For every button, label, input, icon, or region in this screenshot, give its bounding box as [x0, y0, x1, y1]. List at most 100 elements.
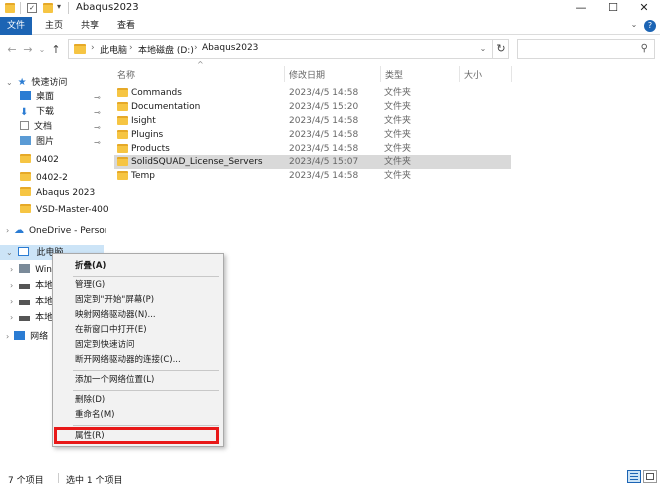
menu-item-delete[interactable]: 删除(D) — [75, 394, 105, 407]
folder-icon — [117, 157, 128, 166]
menu-item-manage[interactable]: 管理(G) — [75, 279, 105, 292]
maximize-button[interactable]: ☐ — [598, 0, 628, 16]
column-divider[interactable] — [459, 66, 460, 82]
file-date: 2023/4/5 15:20 — [289, 102, 359, 112]
forward-button[interactable]: → — [22, 43, 34, 57]
menu-item-map-drive[interactable]: 映射网络驱动器(N)... — [75, 309, 156, 322]
address-dropdown-icon[interactable]: ⌄ — [477, 42, 489, 56]
tab-view[interactable]: 查看 — [112, 17, 140, 35]
file-name: Products — [131, 144, 170, 154]
computer-icon — [17, 247, 29, 256]
nav-onedrive[interactable]: › ☁ OneDrive - Persona — [6, 223, 106, 238]
file-name: Isight — [131, 116, 156, 126]
selection-count: 选中 1 个项目 — [66, 476, 123, 485]
column-divider[interactable] — [284, 66, 285, 82]
large-icons-view-icon[interactable] — [643, 470, 657, 483]
file-row[interactable]: Documentation 2023/4/5 15:20 文件夹 — [114, 100, 511, 114]
column-header-date[interactable]: 修改日期 — [289, 68, 325, 82]
nav-item-pictures[interactable]: 图片 ⊸ — [20, 135, 106, 150]
file-name: Commands — [131, 88, 182, 98]
menu-item-pin-start[interactable]: 固定到"开始"屏幕(P) — [75, 294, 154, 307]
chevron-right-icon: › — [10, 297, 14, 306]
back-button[interactable]: ← — [6, 43, 18, 57]
network-icon — [14, 331, 26, 340]
close-button[interactable]: ✕ — [629, 0, 659, 16]
nav-drive-item[interactable]: › 本地 — [10, 294, 53, 309]
column-header-type[interactable]: 类型 — [385, 68, 403, 82]
chevron-right-icon: › — [6, 226, 10, 235]
menu-item-pin-quick-access[interactable]: 固定到快速访问 — [75, 339, 135, 352]
file-row[interactable]: Isight 2023/4/5 14:58 文件夹 — [114, 114, 511, 128]
nav-item-downloads[interactable]: ⬇ 下载 ⊸ — [20, 105, 106, 120]
menu-item-collapse[interactable]: 折叠(A) — [75, 260, 106, 273]
list-lines — [630, 473, 638, 474]
nav-label: 图片 — [36, 137, 55, 147]
pin-icon: ⊸ — [94, 108, 101, 117]
folder-icon — [20, 172, 31, 181]
nav-item-documents[interactable]: 文档 ⊸ — [20, 120, 106, 135]
nav-item-folder[interactable]: VSD-Master-400 — [20, 203, 109, 218]
file-name: SolidSQUAD_License_Servers — [131, 157, 263, 167]
tab-share[interactable]: 共享 — [76, 17, 104, 35]
file-date: 2023/4/5 14:58 — [289, 144, 359, 154]
nav-item-folder[interactable]: Abaqus 2023 — [20, 186, 95, 201]
file-row[interactable]: Plugins 2023/4/5 14:58 文件夹 — [114, 128, 511, 142]
nav-label: Abaqus 2023 — [36, 188, 96, 198]
column-divider[interactable] — [511, 66, 512, 82]
qat-dropdown-icon[interactable]: ▾ — [57, 2, 61, 11]
nav-label: 文档 — [34, 122, 53, 132]
menu-item-open-new-window[interactable]: 在新窗口中打开(E) — [75, 324, 147, 337]
column-header-name[interactable]: 名称 — [117, 68, 135, 82]
nav-drive-item[interactable]: › 本地 — [10, 310, 53, 325]
breadcrumb-this-pc[interactable]: 此电脑 — [100, 43, 127, 56]
folder-icon — [74, 44, 86, 54]
search-icon: ⚲ — [640, 43, 648, 54]
file-type: 文件夹 — [384, 144, 412, 154]
nav-quick-access[interactable]: ⌄ ★ 快速访问 — [6, 75, 67, 90]
chevron-down-icon: ⌄ — [6, 248, 13, 257]
file-row[interactable]: Commands 2023/4/5 14:58 文件夹 — [114, 86, 511, 100]
details-view-icon[interactable] — [627, 470, 641, 483]
properties-quick-icon[interactable]: ✓ — [27, 3, 37, 13]
nav-drive-item[interactable]: › 本地 — [10, 278, 53, 293]
divider — [58, 473, 59, 483]
nav-drive-item[interactable]: › Win — [10, 262, 52, 277]
new-folder-quick-icon[interactable] — [43, 3, 53, 13]
breadcrumb-drive-d[interactable]: 本地磁盘 (D:) — [138, 43, 194, 56]
refresh-button[interactable]: ↻ — [492, 39, 509, 59]
menu-item-rename[interactable]: 重命名(M) — [75, 409, 114, 422]
breadcrumb-separator: › — [129, 43, 133, 53]
column-divider[interactable] — [380, 66, 381, 82]
up-button[interactable]: ↑ — [50, 43, 62, 57]
column-header-size[interactable]: 大小 — [464, 68, 482, 82]
search-input[interactable]: ⚲ — [517, 39, 655, 59]
desktop-icon — [20, 91, 31, 100]
nav-item-desktop[interactable]: 桌面 ⊸ — [20, 90, 106, 105]
help-icon[interactable]: ? — [644, 20, 656, 32]
tab-home[interactable]: 主页 — [40, 17, 68, 35]
recent-locations-icon[interactable]: ⌄ — [36, 43, 48, 57]
drive-icon — [19, 300, 31, 305]
menu-separator — [73, 370, 219, 371]
menu-item-add-network-location[interactable]: 添加一个网络位置(L) — [75, 374, 154, 387]
sort-arrow-icon: ^ — [197, 60, 204, 69]
file-row[interactable]: Temp 2023/4/5 14:58 文件夹 — [114, 169, 511, 183]
folder-icon — [117, 144, 128, 153]
folder-icon — [20, 187, 31, 196]
file-row[interactable]: Products 2023/4/5 14:58 文件夹 — [114, 142, 511, 156]
tab-file[interactable]: 文件 — [0, 17, 32, 35]
cloud-icon: ☁ — [14, 225, 25, 236]
minimize-button[interactable]: — — [566, 0, 596, 16]
nav-network[interactable]: › 网络 — [6, 329, 48, 344]
nav-label: 本地 — [35, 297, 54, 307]
file-type: 文件夹 — [384, 171, 412, 181]
address-bar[interactable]: › 此电脑 › 本地磁盘 (D:) › Abaqus2023 ⌄ — [68, 39, 509, 59]
menu-item-disconnect-drive[interactable]: 断开网络驱动器的连接(C)... — [75, 354, 181, 367]
breadcrumb-abaqus[interactable]: Abaqus2023 — [202, 43, 258, 53]
file-date: 2023/4/5 15:07 — [289, 157, 359, 167]
nav-item-folder[interactable]: 0402-2 — [20, 171, 68, 186]
file-row-selected[interactable]: SolidSQUAD_License_Servers 2023/4/5 15:0… — [114, 155, 511, 169]
nav-item-folder[interactable]: 0402 — [20, 153, 59, 168]
ribbon-expand-icon[interactable]: ⌄ — [628, 18, 640, 32]
file-date: 2023/4/5 14:58 — [289, 88, 359, 98]
